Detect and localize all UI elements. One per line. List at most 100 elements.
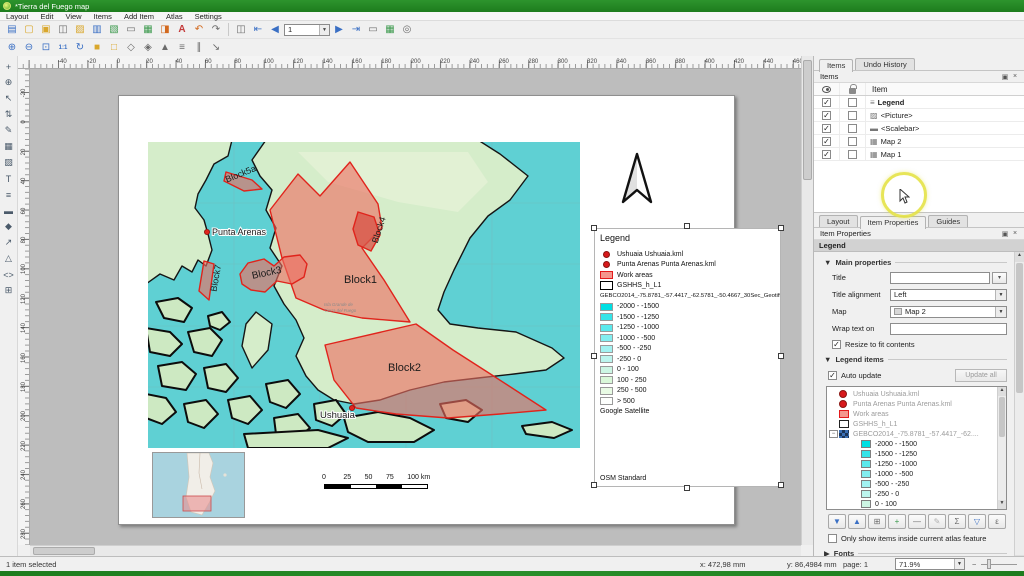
- align-items-icon[interactable]: ≡: [174, 40, 190, 55]
- title-alignment-select[interactable]: Left ▼: [890, 289, 1007, 301]
- legend-tree-item[interactable]: − GEBCO2014_-75.8781_-57.4417_-62....: [829, 429, 996, 439]
- visibility-checkbox[interactable]: ✓: [822, 137, 831, 146]
- vertical-scroll-thumb[interactable]: [803, 60, 812, 180]
- export-atlas-icon[interactable]: ▦: [382, 22, 398, 37]
- legend-tree-item[interactable]: -1000 - -500: [829, 469, 996, 479]
- close-panel-icon[interactable]: ×: [1010, 72, 1020, 82]
- add-html-icon[interactable]: <>: [1, 267, 17, 282]
- linked-map-select[interactable]: Map 2 ▼: [890, 306, 1007, 318]
- zoom-out-slider-icon[interactable]: −: [972, 560, 976, 569]
- resize-items-icon[interactable]: ↘: [208, 40, 224, 55]
- lock-checkbox[interactable]: [848, 98, 857, 107]
- scroll-up-icon[interactable]: ▲: [1015, 252, 1024, 262]
- legend-tree-item[interactable]: Ushuaia Ushuaia.kml: [829, 389, 996, 399]
- legend-tree-item[interactable]: -1250 - -1000: [829, 459, 996, 469]
- distribute-items-icon[interactable]: ∥: [191, 40, 207, 55]
- zoom-out-icon[interactable]: ⊖: [21, 40, 37, 55]
- menu-item[interactable]: Atlas: [160, 12, 189, 21]
- menu-item[interactable]: Items: [88, 12, 118, 21]
- tree-expander-icon[interactable]: [851, 470, 860, 478]
- new-layout-icon[interactable]: ▢: [21, 22, 37, 37]
- menu-item[interactable]: Add Item: [118, 12, 160, 21]
- selection-handle-top-mid[interactable]: [684, 223, 690, 229]
- auto-update-checkbox[interactable]: ✓: [828, 371, 837, 380]
- tree-expander-icon[interactable]: [851, 490, 860, 498]
- selection-handle-mid-left[interactable]: [591, 353, 597, 359]
- redo-icon[interactable]: ↷: [208, 22, 224, 37]
- legend-count-features-button[interactable]: Σ: [948, 514, 966, 529]
- map-item-map2[interactable]: Block1 Block2 Block3 Block4 Block5a Bloc…: [148, 142, 580, 448]
- atlas-settings-icon[interactable]: ◎: [399, 22, 415, 37]
- add-picture-icon[interactable]: ▨: [1, 155, 17, 170]
- panel-tab[interactable]: Item Properties: [860, 216, 927, 229]
- scroll-up-icon[interactable]: ▲: [998, 387, 1006, 396]
- refresh-view-icon[interactable]: ↻: [72, 40, 88, 55]
- lock-items-icon[interactable]: ■: [89, 40, 105, 55]
- zoom-in-icon[interactable]: ⊕: [4, 40, 20, 55]
- atlas-first-icon[interactable]: ⇤: [250, 22, 266, 37]
- new-report-icon[interactable]: ▧: [106, 22, 122, 37]
- legend-items-group[interactable]: ▼ Legend items: [824, 355, 1007, 364]
- add-node-item-icon[interactable]: △: [1, 251, 17, 266]
- scroll-down-icon[interactable]: ▼: [998, 500, 1006, 509]
- save-project-icon[interactable]: ▤: [4, 22, 20, 37]
- zoom-full-icon[interactable]: ⊡: [38, 40, 54, 55]
- scalebar-item[interactable]: 0255075100 km: [322, 474, 440, 496]
- export-pdf-icon[interactable]: A: [174, 22, 190, 37]
- legend-tree-item[interactable]: -500 - -250: [829, 479, 996, 489]
- north-arrow-item[interactable]: [615, 148, 659, 208]
- load-template-icon[interactable]: ▨: [72, 22, 88, 37]
- data-defined-override-icon[interactable]: ▾: [992, 272, 1007, 284]
- tree-scrollbar[interactable]: ▲ ▼: [997, 387, 1006, 509]
- atlas-last-icon[interactable]: ⇥: [348, 22, 364, 37]
- items-table-row[interactable]: ✓ ▦Map 2: [814, 135, 1024, 148]
- tree-expander-icon[interactable]: [851, 450, 860, 458]
- map-item-map1-inset[interactable]: [152, 452, 245, 518]
- group-items-icon[interactable]: ◇: [123, 40, 139, 55]
- add-arrow-icon[interactable]: ↗: [1, 235, 17, 250]
- print-icon[interactable]: ▭: [123, 22, 139, 37]
- legend-tree-item[interactable]: GSHHS_h_L1: [829, 419, 996, 429]
- legend-filter-button[interactable]: ▽: [968, 514, 986, 529]
- legend-item[interactable]: Legend Ushuaia Ushuaia.kml Punta Arenas …: [594, 228, 781, 487]
- legend-edit-button[interactable]: ✎: [928, 514, 946, 529]
- tree-expander-icon[interactable]: [829, 420, 838, 428]
- legend-tree-item[interactable]: 100 - 250: [829, 509, 996, 510]
- save-template-icon[interactable]: ▥: [89, 22, 105, 37]
- unlock-items-icon[interactable]: □: [106, 40, 122, 55]
- selection-handle-top-right[interactable]: [778, 225, 784, 231]
- tree-expander-icon[interactable]: [851, 440, 860, 448]
- tree-expander-icon[interactable]: [851, 500, 860, 508]
- float-panel-icon[interactable]: ▣: [1000, 229, 1010, 239]
- resize-to-fit-checkbox[interactable]: ✓: [832, 340, 841, 349]
- add-map-icon[interactable]: ▦: [1, 139, 17, 154]
- zoom-actual-icon[interactable]: 1:1: [55, 40, 71, 55]
- tree-scroll-thumb[interactable]: [999, 397, 1005, 437]
- lock-checkbox[interactable]: [848, 150, 857, 159]
- legend-title-input[interactable]: [890, 272, 990, 284]
- ungroup-items-icon[interactable]: ◈: [140, 40, 156, 55]
- spinner-arrow-icon[interactable]: ▼: [319, 25, 329, 35]
- lock-checkbox[interactable]: [848, 137, 857, 146]
- atlas-next-icon[interactable]: ▶: [331, 22, 347, 37]
- items-table-row[interactable]: ✓ ▬<Scalebar>: [814, 122, 1024, 135]
- selection-handle-bottom-left[interactable]: [591, 482, 597, 488]
- menu-item[interactable]: Layout: [0, 12, 35, 21]
- zoom-level-select[interactable]: 71.9% ▼: [895, 558, 965, 570]
- select-move-tool-icon[interactable]: ↖: [1, 91, 17, 106]
- tree-expander-icon[interactable]: [829, 410, 838, 418]
- tree-expander-icon[interactable]: −: [829, 430, 838, 438]
- raise-items-icon[interactable]: ▲: [157, 40, 173, 55]
- lock-checkbox[interactable]: [848, 124, 857, 133]
- horizontal-scroll-thumb[interactable]: [33, 547, 95, 555]
- canvas-vertical-scrollbar[interactable]: [801, 56, 813, 545]
- panel-tab[interactable]: Undo History: [855, 58, 914, 70]
- atlas-only-checkbox[interactable]: [828, 534, 837, 543]
- panel-tab[interactable]: Items: [819, 59, 853, 72]
- close-panel-icon[interactable]: ×: [1010, 229, 1020, 239]
- duplicate-layout-icon[interactable]: ▣: [38, 22, 54, 37]
- move-content-tool-icon[interactable]: ⇅: [1, 107, 17, 122]
- items-table-row[interactable]: ✓ ≡Legend: [814, 96, 1024, 109]
- add-label-icon[interactable]: T: [1, 171, 17, 186]
- panel-tab[interactable]: Guides: [928, 215, 968, 227]
